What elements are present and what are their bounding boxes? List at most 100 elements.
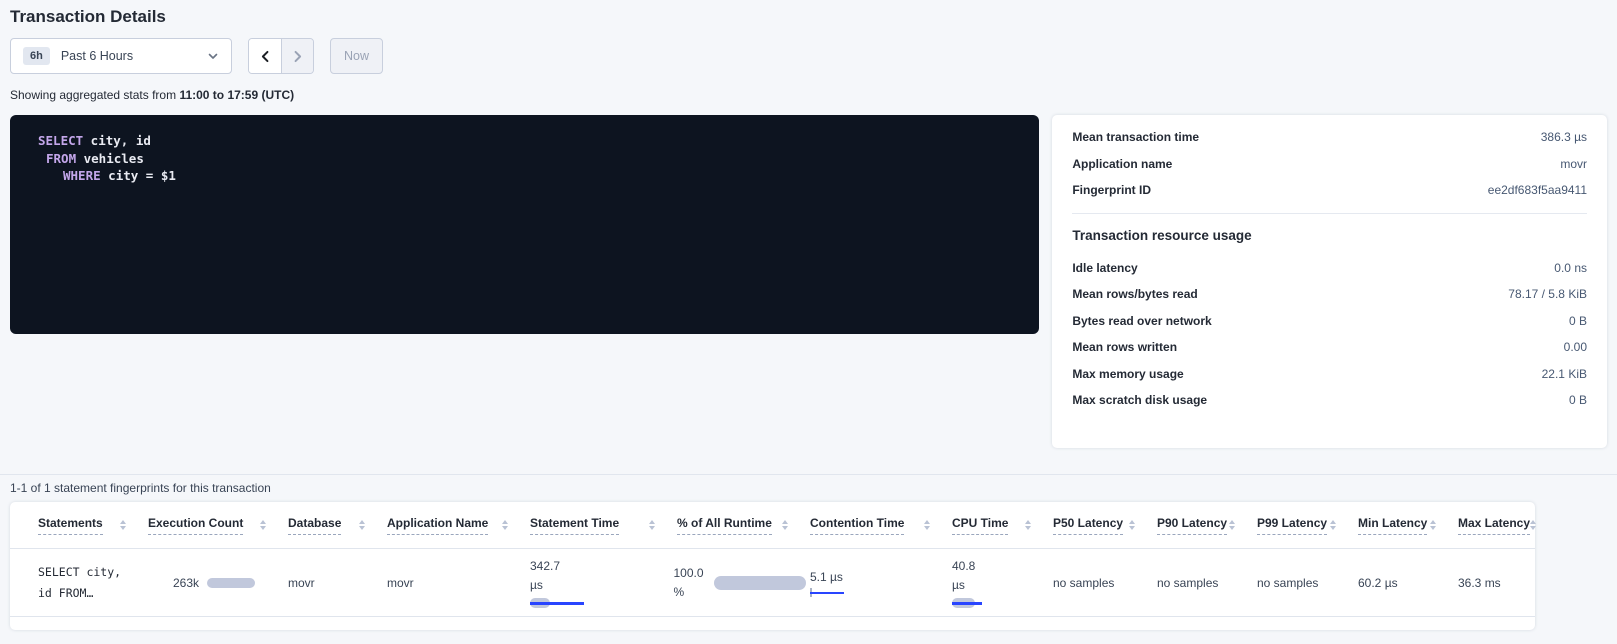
now-button[interactable]: Now xyxy=(330,38,383,74)
summary-label: Bytes read over network xyxy=(1072,314,1211,328)
statement-time-value: 342.7 xyxy=(530,557,669,576)
sql-keyword: WHERE xyxy=(63,168,101,183)
column-header-contention-time[interactable]: Contention Time xyxy=(810,502,952,548)
summary-value: 78.17 / 5.8 KiB xyxy=(1508,287,1587,301)
percent-runtime-bar xyxy=(714,576,806,590)
summary-value: 22.1 KiB xyxy=(1542,367,1587,381)
execution-count-bar xyxy=(207,578,255,588)
cell-p99-latency: no samples xyxy=(1257,549,1358,616)
summary-label: Mean rows written xyxy=(1072,340,1177,354)
statement-link[interactable]: SELECT city, id FROM… xyxy=(38,549,148,616)
next-time-button[interactable] xyxy=(281,39,313,73)
column-header-database[interactable]: Database xyxy=(288,502,387,548)
summary-label: Idle latency xyxy=(1072,261,1137,275)
sql-line: FROM vehicles xyxy=(38,150,1011,168)
summary-label: Max memory usage xyxy=(1072,367,1183,381)
aggregation-range-text: Showing aggregated stats from 11:00 to 1… xyxy=(10,88,1607,102)
chevron-left-icon xyxy=(259,50,272,63)
summary-row-application-name: Application name movr xyxy=(1072,151,1587,178)
summary-value: 386.3 µs xyxy=(1541,130,1587,144)
column-header-execution-count[interactable]: Execution Count xyxy=(148,502,288,548)
summary-label: Max scratch disk usage xyxy=(1072,393,1207,407)
summary-value: 0.0 ns xyxy=(1554,261,1587,275)
column-header-max-latency[interactable]: Max Latency xyxy=(1458,502,1535,548)
summary-row-mean-rows-written: Mean rows written 0.00 xyxy=(1072,334,1587,361)
summary-value: 0 B xyxy=(1569,314,1587,328)
sql-line: SELECT city, id xyxy=(38,132,1011,150)
sort-icon xyxy=(359,520,365,530)
contention-time-value: 5.1 µs xyxy=(810,568,944,587)
cpu-time-value: 40.8 xyxy=(952,557,1045,576)
sql-text: city = $1 xyxy=(101,168,176,183)
summary-value: ee2df683f5aa9411 xyxy=(1488,183,1587,197)
statement-text-line: id FROM… xyxy=(38,583,140,604)
column-header-p50-latency[interactable]: P50 Latency xyxy=(1053,502,1157,548)
column-header-statement-time[interactable]: Statement Time xyxy=(530,502,677,548)
statement-text-line: SELECT city, xyxy=(38,562,140,583)
summary-value: 0.00 xyxy=(1564,340,1587,354)
page-title: Transaction Details xyxy=(10,6,1607,28)
statements-table-header: Statements Execution Count Database Appl… xyxy=(10,502,1535,549)
statement-time-unit: µs xyxy=(530,576,669,595)
contention-time-bar xyxy=(810,588,846,598)
transaction-overview: SELECT city, id FROM vehicles WHERE city… xyxy=(10,115,1607,448)
cell-application-name: movr xyxy=(387,549,530,616)
time-controls: 6h Past 6 Hours Now xyxy=(10,38,1607,74)
cell-cpu-time: 40.8 µs xyxy=(952,549,1053,616)
statements-table-card: Statements Execution Count Database Appl… xyxy=(10,502,1535,630)
section-divider xyxy=(0,474,1617,475)
transaction-details-page: Transaction Details 6h Past 6 Hours Now … xyxy=(0,6,1617,630)
summary-row-max-memory-usage: Max memory usage 22.1 KiB xyxy=(1072,361,1587,388)
column-label: Contention Time xyxy=(810,516,904,535)
statement-table-row: SELECT city, id FROM… 263k movr movr 342… xyxy=(10,549,1535,617)
cpu-time-unit: µs xyxy=(952,576,1045,595)
p99-latency-value: no samples xyxy=(1257,576,1350,590)
sort-icon xyxy=(649,520,655,530)
time-range-select[interactable]: 6h Past 6 Hours xyxy=(10,38,232,74)
sort-icon xyxy=(1530,520,1536,530)
execution-count-value: 263k xyxy=(173,576,199,590)
column-label: Max Latency xyxy=(1458,516,1530,535)
time-range-badge: 6h xyxy=(23,47,50,65)
sort-icon xyxy=(1229,520,1235,530)
column-header-p90-latency[interactable]: P90 Latency xyxy=(1157,502,1257,548)
summary-row-bytes-read-over-network: Bytes read over network 0 B xyxy=(1072,308,1587,335)
summary-row-mean-transaction-time: Mean transaction time 386.3 µs xyxy=(1072,124,1587,151)
column-label: P90 Latency xyxy=(1157,516,1227,535)
summary-label: Mean transaction time xyxy=(1072,130,1199,144)
summary-label: Mean rows/bytes read xyxy=(1072,287,1197,301)
sql-text: vehicles xyxy=(76,151,144,166)
column-header-min-latency[interactable]: Min Latency xyxy=(1358,502,1458,548)
cell-database: movr xyxy=(288,549,387,616)
column-label: Min Latency xyxy=(1358,516,1427,535)
column-label: P99 Latency xyxy=(1257,516,1327,535)
column-header-application-name[interactable]: Application Name xyxy=(387,502,530,548)
sort-icon xyxy=(1330,520,1336,530)
card-divider xyxy=(1072,213,1587,214)
column-label: P50 Latency xyxy=(1053,516,1123,535)
sql-text: city, id xyxy=(83,133,151,148)
sql-line: WHERE city = $1 xyxy=(38,167,1011,185)
summary-row-idle-latency: Idle latency 0.0 ns xyxy=(1072,255,1587,282)
application-name-value: movr xyxy=(387,576,522,590)
column-header-statements[interactable]: Statements xyxy=(38,502,148,548)
sort-icon xyxy=(502,520,508,530)
time-range-label: Past 6 Hours xyxy=(61,49,133,63)
max-latency-value: 36.3 ms xyxy=(1458,576,1527,590)
cell-execution-count: 263k xyxy=(148,549,288,616)
column-header-p99-latency[interactable]: P99 Latency xyxy=(1257,502,1358,548)
prev-time-button[interactable] xyxy=(249,39,281,73)
sort-icon xyxy=(1430,520,1436,530)
summary-row-fingerprint-id: Fingerprint ID ee2df683f5aa9411 xyxy=(1072,177,1587,204)
sort-icon xyxy=(120,520,126,530)
column-label: Execution Count xyxy=(148,516,243,535)
percent-runtime-unit: % xyxy=(673,583,703,602)
column-header-percent-runtime[interactable]: % of All Runtime xyxy=(677,502,810,548)
resource-usage-title: Transaction resource usage xyxy=(1072,228,1587,243)
cell-p50-latency: no samples xyxy=(1053,549,1157,616)
column-header-cpu-time[interactable]: CPU Time xyxy=(952,502,1053,548)
column-label: CPU Time xyxy=(952,516,1008,535)
column-label: % of All Runtime xyxy=(677,516,772,535)
cell-max-latency: 36.3 ms xyxy=(1458,549,1535,616)
cell-p90-latency: no samples xyxy=(1157,549,1257,616)
